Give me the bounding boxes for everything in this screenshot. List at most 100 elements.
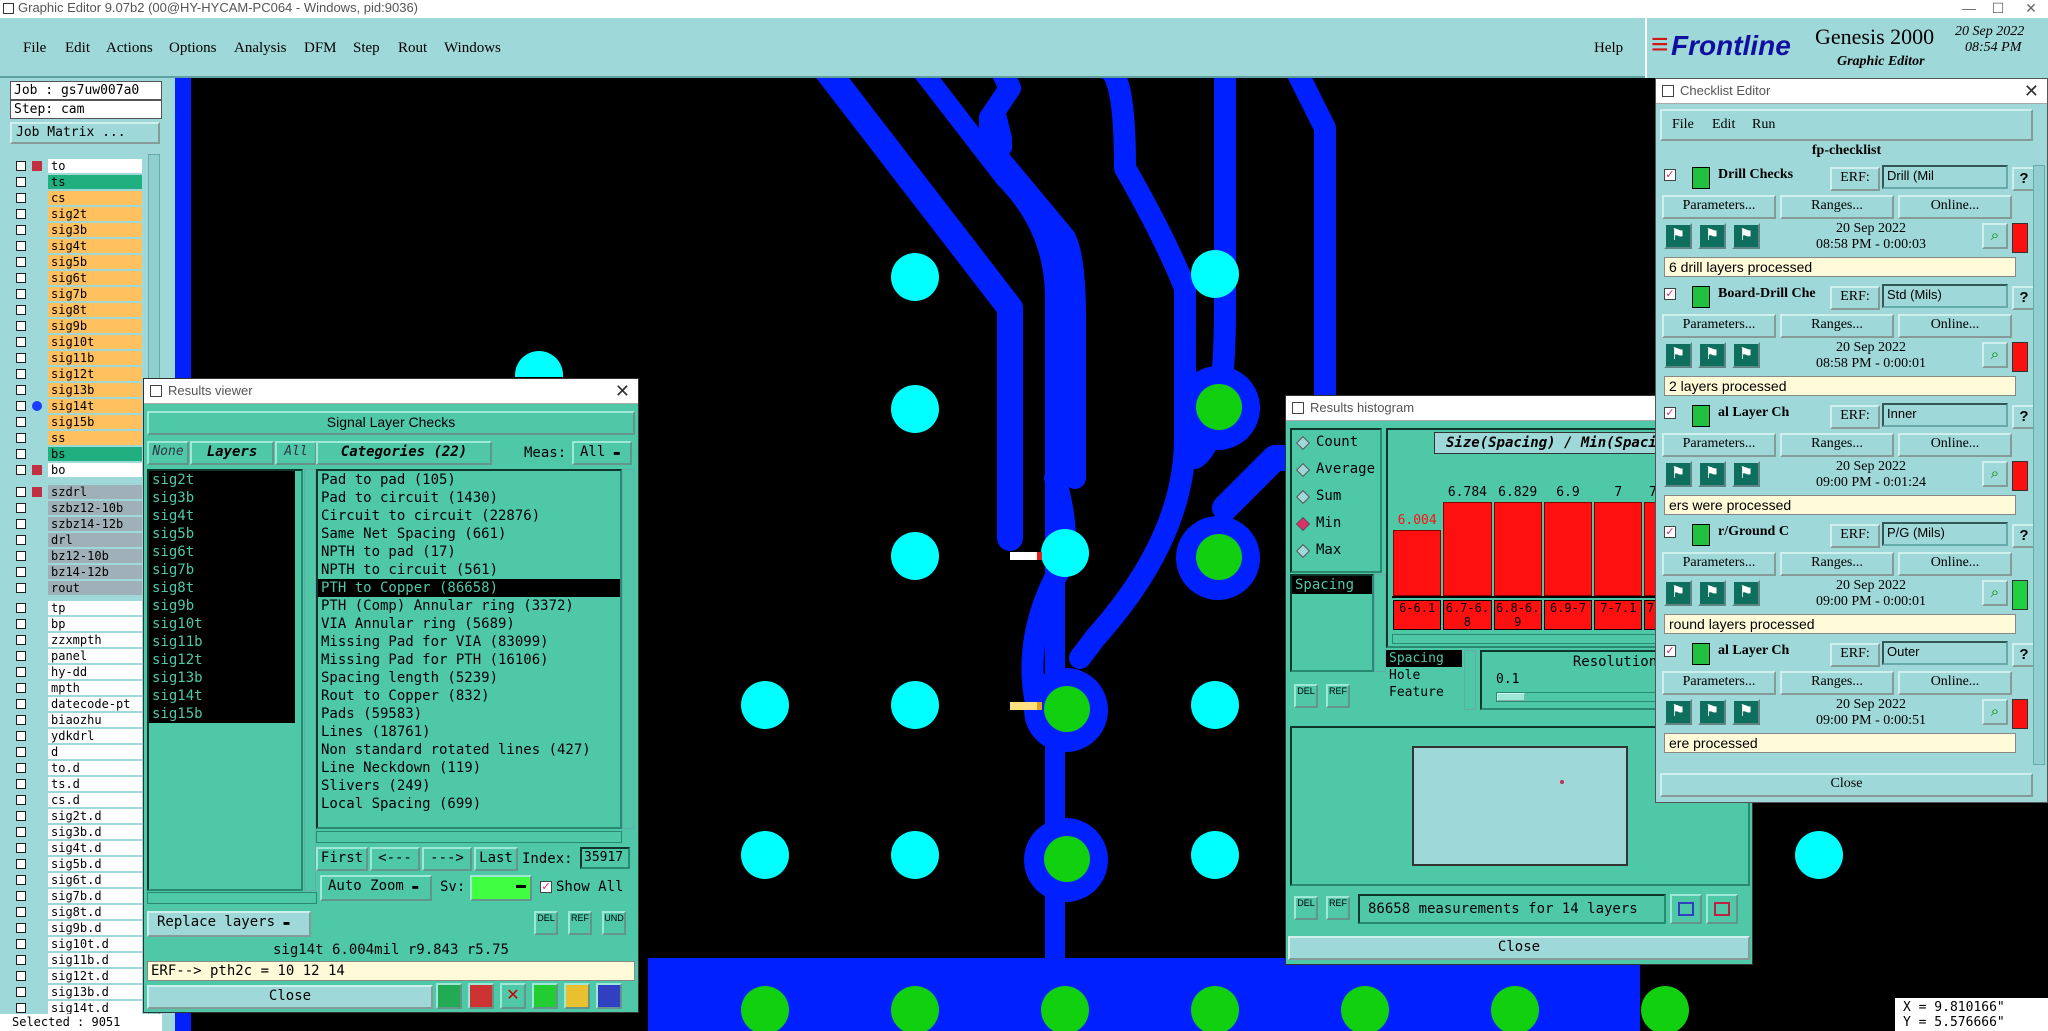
layer-checkbox[interactable] — [16, 843, 26, 853]
layer-checkbox[interactable] — [16, 747, 26, 757]
radio-icon[interactable] — [1295, 543, 1311, 559]
replace-layers-select[interactable]: Replace layers ▬ — [147, 911, 311, 937]
run-icon[interactable]: ⚑ — [1664, 223, 1692, 249]
run-step-icon[interactable]: ⚑ — [1698, 223, 1726, 249]
stat-option-average[interactable]: Average — [1292, 457, 1380, 484]
error-marker[interactable] — [1010, 552, 1042, 560]
layer-row[interactable]: ts.d — [10, 776, 142, 792]
layer-row[interactable]: sig7b.d — [10, 888, 142, 904]
layer-checkbox[interactable] — [16, 619, 26, 629]
result-layer-item[interactable]: sig9b — [149, 597, 295, 615]
layer-row[interactable]: sig8t.d — [10, 904, 142, 920]
zoom-results-icon[interactable]: ⌕ — [1982, 461, 2008, 487]
result-layer-item[interactable]: sig11b — [149, 633, 295, 651]
mode-scrollbar[interactable] — [1464, 650, 1476, 710]
layer-row[interactable]: sig10t.d — [10, 936, 142, 952]
online-button[interactable]: Online... — [1898, 552, 2012, 576]
menu-step[interactable]: Step — [353, 40, 380, 57]
category-item[interactable]: VIA Annular ring (5689) — [318, 615, 620, 633]
erf-button[interactable]: ERF: — [1830, 167, 1880, 191]
ranges-button[interactable]: Ranges... — [1780, 314, 1894, 338]
close-window-button[interactable]: ✕ — [2020, 0, 2042, 16]
layer-row[interactable]: sig11b — [10, 350, 142, 366]
layer-row[interactable]: sig6t.d — [10, 872, 142, 888]
ranges-button[interactable]: Ranges... — [1780, 433, 1894, 457]
result-layer-item[interactable]: sig2t — [149, 471, 295, 489]
layer-row[interactable]: sig10t — [10, 334, 142, 350]
layer-checkbox[interactable] — [16, 763, 26, 773]
layer-checkbox[interactable] — [16, 939, 26, 949]
menu-analysis[interactable]: Analysis — [234, 40, 287, 57]
online-button[interactable]: Online... — [1898, 195, 2012, 219]
result-flag-icon[interactable] — [2012, 580, 2028, 610]
histogram-bar[interactable] — [1393, 530, 1442, 596]
layer-row[interactable]: sig2t — [10, 206, 142, 222]
radio-icon[interactable] — [1295, 516, 1311, 532]
exclude-icon[interactable]: ✕ — [500, 983, 526, 1009]
list-icon[interactable] — [564, 983, 590, 1009]
category-item[interactable]: Line Neckdown (119) — [318, 759, 620, 777]
radio-icon[interactable] — [1295, 489, 1311, 505]
check-name[interactable]: r/Ground C — [1718, 524, 1789, 540]
layer-checkbox[interactable] — [16, 433, 26, 443]
layer-checkbox[interactable] — [16, 987, 26, 997]
check-enable-checkbox[interactable]: ✓ — [1664, 526, 1676, 538]
checklist-menu-run[interactable]: Run — [1752, 117, 1775, 133]
auto-zoom-select[interactable]: Auto Zoom ▬ — [320, 875, 432, 901]
category-list[interactable]: Pad to pad (105) Pad to circuit (1430) Cir… — [316, 469, 622, 829]
check-name[interactable]: Board-Drill Che — [1718, 286, 1816, 302]
category-item[interactable]: Missing Pad for VIA (83099) — [318, 633, 620, 651]
layer-row[interactable]: ydkdrl — [10, 728, 142, 744]
result-layer-item[interactable]: sig14t — [149, 687, 295, 705]
menu-help[interactable]: Help — [1594, 40, 1623, 57]
layer-checkbox[interactable] — [16, 551, 26, 561]
zoom-results-icon[interactable]: ⌕ — [1982, 699, 2008, 725]
layer-row[interactable]: tp — [10, 600, 142, 616]
layer-checkbox[interactable] — [16, 289, 26, 299]
minimize-button[interactable]: — — [1958, 0, 1980, 16]
layer-row[interactable]: cs.d — [10, 792, 142, 808]
severity-select[interactable]: ▬ — [470, 875, 532, 901]
menu-options[interactable]: Options — [169, 40, 217, 57]
layer-checkbox[interactable] — [16, 699, 26, 709]
layer-checkbox[interactable] — [16, 337, 26, 347]
layer-list-hscroll[interactable] — [147, 892, 317, 904]
run-icon[interactable]: ⚑ — [1664, 342, 1692, 368]
layer-row[interactable]: szdrl — [10, 484, 142, 500]
layer-checkbox[interactable] — [16, 859, 26, 869]
close-button[interactable]: Close — [147, 985, 433, 1009]
layer-checkbox[interactable] — [16, 369, 26, 379]
parameters-button[interactable]: Parameters... — [1662, 195, 1776, 219]
mode-list[interactable]: Spacing Hole Feature — [1386, 650, 1462, 710]
delete-icon[interactable]: DEL — [1294, 684, 1318, 708]
run-icon[interactable]: ⚑ — [1664, 699, 1692, 725]
menu-file[interactable]: File — [23, 40, 46, 57]
zoom-results-icon[interactable]: ⌕ — [1982, 223, 2008, 249]
close-button[interactable]: Close — [1288, 936, 1750, 960]
layer-row[interactable]: sig14t — [10, 398, 142, 414]
measure-list[interactable]: Spacing — [1290, 574, 1374, 672]
layer-row[interactable]: zzxmpth — [10, 632, 142, 648]
ranges-button[interactable]: Ranges... — [1780, 195, 1894, 219]
layer-checkbox[interactable] — [16, 273, 26, 283]
category-item[interactable]: Pad to pad (105) — [318, 471, 620, 489]
check-enable-checkbox[interactable]: ✓ — [1664, 407, 1676, 419]
result-layer-item[interactable]: sig6t — [149, 543, 295, 561]
check-enable-checkbox[interactable]: ✓ — [1664, 288, 1676, 300]
layer-checkbox[interactable] — [16, 209, 26, 219]
radio-icon[interactable] — [1295, 462, 1311, 478]
layer-row[interactable]: sig5b — [10, 254, 142, 270]
result-layer-item[interactable]: sig15b — [149, 705, 295, 723]
refresh-icon[interactable]: REF — [568, 911, 592, 935]
layer-row[interactable]: bo — [10, 462, 142, 478]
run-rest-icon[interactable]: ⚑ — [1732, 699, 1760, 725]
category-item[interactable]: Lines (18761) — [318, 723, 620, 741]
layer-checkbox[interactable] — [16, 305, 26, 315]
preview-thumbnail[interactable] — [1412, 746, 1628, 866]
layer-row[interactable]: sig9b.d — [10, 920, 142, 936]
layer-checkbox[interactable] — [16, 667, 26, 677]
checklist-menu-file[interactable]: File — [1672, 117, 1694, 133]
layer-checkbox[interactable] — [16, 651, 26, 661]
mode-item[interactable]: Feature — [1386, 684, 1462, 701]
export-icon[interactable] — [1670, 894, 1702, 924]
